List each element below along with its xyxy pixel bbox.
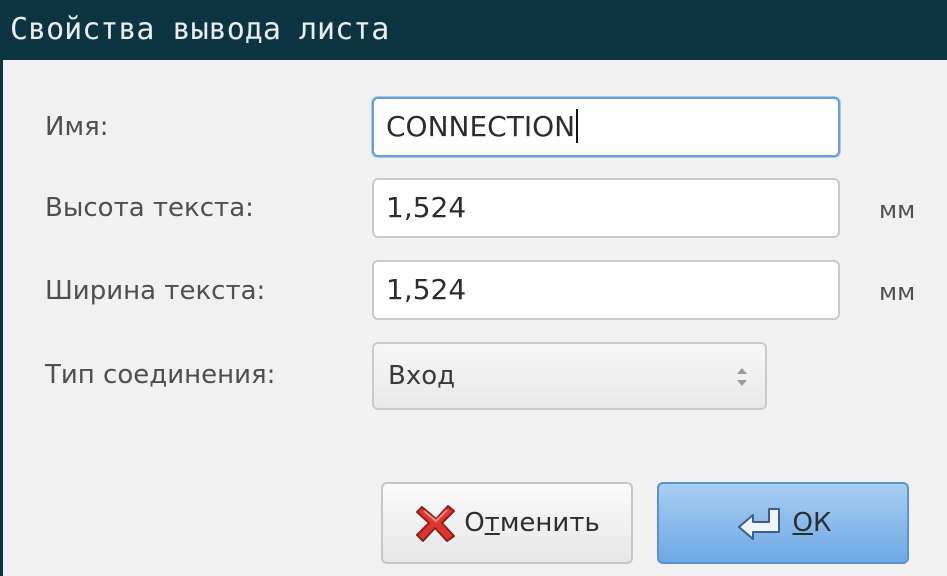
text-width-label: Ширина текста: xyxy=(45,276,266,306)
connection-type-label: Тип соединения: xyxy=(45,360,276,390)
text-height-value: 1,524 xyxy=(386,191,467,224)
connection-type-select[interactable]: Вход xyxy=(372,342,767,410)
text-width-value: 1,524 xyxy=(386,273,467,306)
text-caret xyxy=(576,109,579,143)
ok-button-label: ОК xyxy=(792,508,832,538)
text-width-unit: мм xyxy=(879,278,916,306)
text-height-label: Высота текста: xyxy=(45,193,254,223)
text-height-input[interactable]: 1,524 xyxy=(372,178,840,238)
cancel-button[interactable]: Отменить xyxy=(381,482,633,564)
up-down-spinner-icon xyxy=(737,368,747,386)
cancel-button-label: Отменить xyxy=(464,508,600,538)
connection-type-value: Вход xyxy=(388,361,456,391)
text-height-unit: мм xyxy=(879,196,916,224)
window-title: Свойства вывода листа xyxy=(0,0,947,60)
return-arrow-icon xyxy=(737,508,780,540)
ok-button[interactable]: ОК xyxy=(657,482,909,564)
name-value: CONNECTION xyxy=(386,110,576,143)
pin-properties-dialog: Имя: CONNECTION Высота текста: 1,524 мм … xyxy=(0,60,947,576)
red-x-icon xyxy=(416,505,456,542)
name-input[interactable]: CONNECTION xyxy=(372,97,840,157)
text-width-input[interactable]: 1,524 xyxy=(372,260,840,320)
name-label: Имя: xyxy=(45,112,109,142)
